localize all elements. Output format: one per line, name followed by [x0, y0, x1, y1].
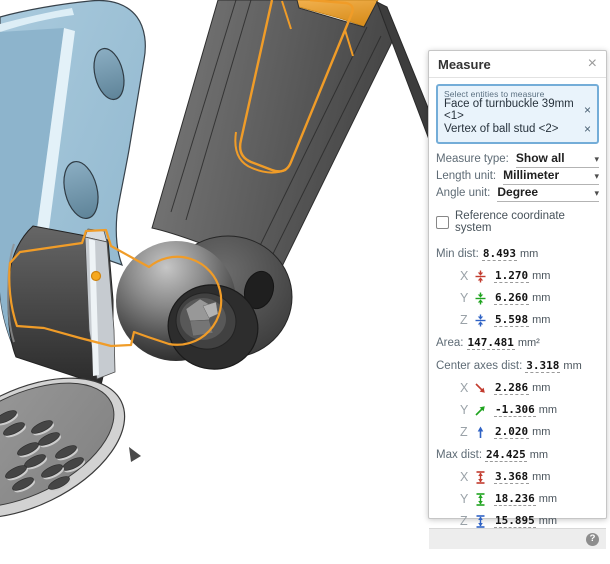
axis-z-label: Z — [460, 313, 471, 327]
selected-entity-chip: Face of turnbuckle 39mm <1> × — [444, 100, 591, 119]
min-dist-icon — [474, 292, 487, 305]
center-dist-y-value[interactable]: -1.306 — [494, 403, 536, 417]
measure-type-dropdown[interactable]: Show all ▾ — [516, 151, 599, 168]
area-value[interactable]: 147.481 — [467, 336, 515, 350]
selected-vertex-marker — [92, 272, 101, 281]
measure-type-value: Show all — [516, 151, 565, 165]
max-dist-x-value[interactable]: 3.368 — [494, 470, 529, 484]
unit-label: mm — [532, 270, 550, 282]
selected-entity-label: Face of turnbuckle 39mm <1> — [444, 98, 580, 122]
onshape-workspace: { "viewport": { "background": "#ffffff",… — [0, 0, 610, 564]
min-dist-value[interactable]: 8.493 — [482, 247, 517, 261]
remove-entity-icon[interactable]: × — [580, 122, 591, 136]
min-dist-label: Min dist: — [436, 248, 479, 260]
center-dist-z-value[interactable]: 2.020 — [494, 425, 529, 439]
axis-x-label: X — [460, 269, 471, 283]
min-dist-x-row: X 1.270 mm — [460, 269, 599, 283]
max-dist-z-value[interactable]: 15.895 — [494, 514, 536, 528]
axis-z-label: Z — [460, 514, 471, 528]
min-dist-row: Min dist: 8.493 mm — [436, 247, 599, 261]
angle-unit-label: Angle unit: — [436, 187, 490, 199]
unit-label: mm — [532, 382, 550, 394]
min-dist-z-row: Z 5.598 mm — [460, 313, 599, 327]
measure-panel-header: Measure × — [429, 51, 606, 78]
arrow-down-right-icon — [474, 382, 487, 395]
max-dist-x-row: X 3.368 mm — [460, 470, 599, 484]
reference-coordinate-checkbox[interactable] — [436, 216, 449, 229]
angle-unit-dropdown[interactable]: Degree ▾ — [497, 185, 599, 202]
arrow-up-right-icon — [474, 404, 487, 417]
turnbuckle-side-facet — [377, 2, 433, 150]
max-dist-unit: mm — [530, 449, 548, 461]
selected-entity-chip: Vertex of ball stud <2> × — [444, 119, 591, 138]
axis-y-label: Y — [460, 492, 471, 506]
span-icon — [474, 493, 487, 506]
chevron-down-icon: ▾ — [594, 154, 599, 165]
axis-x-label: X — [460, 470, 471, 484]
area-row: Area: 147.481 mm² — [436, 336, 599, 350]
angle-unit-row: Angle unit: Degree ▾ — [436, 185, 599, 202]
min-dist-z-value[interactable]: 5.598 — [494, 313, 529, 327]
part-fragment — [129, 447, 141, 462]
measure-type-label: Measure type: — [436, 153, 509, 165]
length-unit-label: Length unit: — [436, 170, 496, 182]
reference-coordinate-label: Reference coordinate system — [455, 210, 599, 234]
axis-y-label: Y — [460, 403, 471, 417]
length-unit-dropdown[interactable]: Millimeter ▾ — [503, 168, 599, 185]
unit-label: mm — [532, 426, 550, 438]
chevron-down-icon: ▾ — [594, 188, 599, 199]
min-dist-icon — [474, 270, 487, 283]
chevron-down-icon: ▾ — [594, 171, 599, 182]
span-icon — [474, 471, 487, 484]
area-label: Area: — [436, 337, 464, 349]
center-axes-dist-value[interactable]: 3.318 — [525, 359, 560, 373]
center-dist-y-row: Y -1.306 mm — [460, 403, 599, 417]
remove-entity-icon[interactable]: × — [580, 103, 591, 117]
selected-entity-label: Vertex of ball stud <2> — [444, 123, 558, 135]
center-dist-x-row: X 2.286 mm — [460, 381, 599, 395]
close-icon[interactable]: × — [588, 56, 597, 72]
unit-label: mm — [539, 404, 557, 416]
unit-label: mm — [539, 493, 557, 505]
min-dist-y-value[interactable]: 6.260 — [494, 291, 529, 305]
max-dist-value[interactable]: 24.425 — [485, 448, 527, 462]
max-dist-y-value[interactable]: 18.236 — [494, 492, 536, 506]
unit-label: mm — [532, 314, 550, 326]
angle-unit-value: Degree — [497, 185, 538, 199]
length-unit-value: Millimeter — [503, 168, 559, 182]
center-dist-z-row: Z 2.020 mm — [460, 425, 599, 439]
arrow-up-icon — [474, 426, 487, 439]
measure-panel-footer: ? — [429, 528, 606, 549]
span-icon — [474, 515, 487, 528]
center-axes-dist-row: Center axes dist: 3.318 mm — [436, 359, 599, 373]
measure-type-row: Measure type: Show all ▾ — [436, 151, 599, 168]
panel-title: Measure — [438, 57, 491, 72]
axis-y-label: Y — [460, 291, 471, 305]
unit-label: mm — [532, 292, 550, 304]
axis-z-label: Z — [460, 425, 471, 439]
min-dist-icon — [474, 314, 487, 327]
help-icon[interactable]: ? — [586, 533, 599, 546]
axis-x-label: X — [460, 381, 471, 395]
min-dist-y-row: Y 6.260 mm — [460, 291, 599, 305]
unit-label: mm — [532, 471, 550, 483]
reference-coordinate-row: Reference coordinate system — [436, 210, 599, 234]
max-dist-z-row: Z 15.895 mm — [460, 514, 599, 528]
max-dist-y-row: Y 18.236 mm — [460, 492, 599, 506]
entity-selection-box[interactable]: Select entities to measure Face of turnb… — [436, 84, 599, 144]
max-dist-label: Max dist: — [436, 449, 482, 461]
area-unit: mm² — [518, 337, 540, 349]
center-dist-x-value[interactable]: 2.286 — [494, 381, 529, 395]
perforated-disc-part[interactable] — [0, 349, 147, 546]
measurement-results: Min dist: 8.493 mm X 1.270 mm Y — [436, 238, 599, 528]
min-dist-x-value[interactable]: 1.270 — [494, 269, 529, 283]
max-dist-row: Max dist: 24.425 mm — [436, 448, 599, 462]
length-unit-row: Length unit: Millimeter ▾ — [436, 168, 599, 185]
min-dist-unit: mm — [520, 248, 538, 260]
center-axes-dist-label: Center axes dist: — [436, 360, 522, 372]
unit-label: mm — [539, 515, 557, 527]
center-axes-dist-unit: mm — [563, 360, 581, 372]
measure-panel: Measure × Select entities to measure Fac… — [428, 50, 607, 519]
hex-socket-facet — [190, 320, 213, 336]
